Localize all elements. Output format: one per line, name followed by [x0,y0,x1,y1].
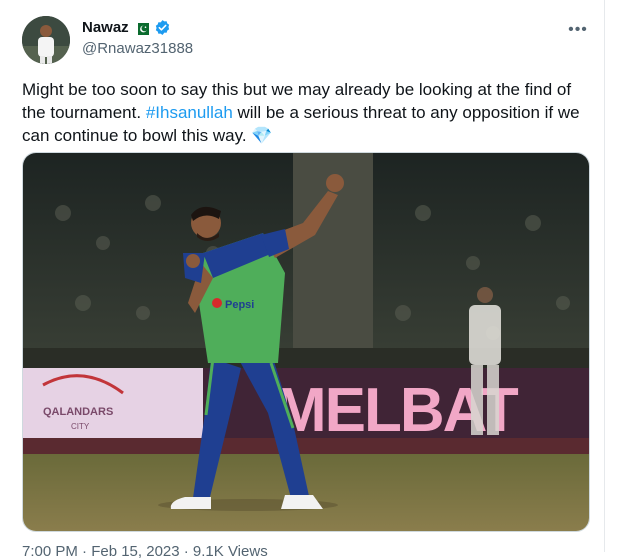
display-name[interactable]: Nawaz [82,19,129,36]
tweet-text: Might be too soon to say this but we may… [22,78,592,147]
avatar[interactable] [22,16,70,64]
tweet-photo[interactable]: QALANDARS CITY MELBAT Pepsi [22,152,590,532]
verified-badge-icon [154,19,171,36]
pakistan-flag-icon [133,22,149,35]
banner-left-subtext: CITY [71,422,90,431]
author-name-row: Nawaz [82,19,171,36]
more-options-icon[interactable]: ••• [568,20,588,40]
jersey-sponsor: Pepsi [225,299,254,311]
tweet-card[interactable]: Nawaz @Rnawaz31888 ••• Might be too soon… [0,0,605,560]
banner-left-text: QALANDARS [43,406,113,418]
hashtag-link[interactable]: #Ihsanullah [146,103,233,122]
gem-emoji-icon: 💎 [251,126,273,145]
author-handle[interactable]: @Rnawaz31888 [82,40,193,57]
